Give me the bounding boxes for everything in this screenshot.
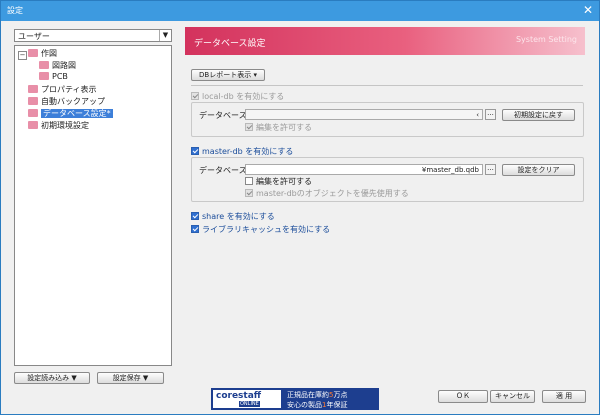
folder-icon <box>28 85 38 93</box>
divider <box>191 85 583 86</box>
local-db-enable-checkbox[interactable] <box>191 92 199 100</box>
cancel-button[interactable]: キャンセル <box>490 390 535 403</box>
scope-dropdown-value: ユーザー <box>18 32 50 41</box>
local-db-path-value: ‹ <box>476 111 479 119</box>
share-enable-checkbox[interactable] <box>191 212 199 220</box>
logo-sub: ONLINE <box>239 401 260 407</box>
clear-settings-button[interactable]: 設定をクリア <box>502 164 575 176</box>
tree-item-label: PCB <box>52 72 68 81</box>
chevron-down-icon: ▼ <box>159 30 171 41</box>
master-db-path-value: ¥master_db.qdb <box>421 166 479 174</box>
tree-item-label: 図路図 <box>52 61 76 70</box>
reset-defaults-button[interactable]: 初期設定に戻す <box>502 109 575 121</box>
master-db-priority-checkbox[interactable] <box>245 189 253 197</box>
apply-button[interactable]: 適 用 <box>542 390 586 403</box>
tree-item-label: 作図 <box>41 49 57 58</box>
collapse-icon[interactable]: − <box>18 51 27 60</box>
master-db-enable-label: master-db を有効にする <box>202 147 294 156</box>
master-db-database-label: データベース <box>199 166 247 175</box>
folder-icon <box>39 72 49 80</box>
corestaff-banner[interactable]: corestaff ONLINE 正規品在庫約5万点 安心の製品1年保証 <box>211 388 379 410</box>
tree-item-label: 初期環境設定 <box>41 121 89 130</box>
tree-item-pcb[interactable]: PCB <box>39 72 68 84</box>
local-db-allow-edit-label: 編集を許可する <box>256 123 312 132</box>
master-db-enable-checkbox[interactable] <box>191 147 199 155</box>
tree-item-auto-backup[interactable]: 自動バックアップ <box>28 96 105 108</box>
folder-icon <box>28 49 38 57</box>
logo-text: corestaff <box>216 391 262 401</box>
master-db-allow-edit-checkbox[interactable] <box>245 177 253 185</box>
folder-icon <box>28 97 38 105</box>
tree-item-drawing[interactable]: 作図 <box>28 48 57 60</box>
library-cache-checkbox[interactable] <box>191 225 199 233</box>
master-db-path-field[interactable]: ¥master_db.qdb <box>245 164 483 175</box>
save-settings-button[interactable]: 設定保存 ▼ <box>97 372 164 384</box>
tree-item-label: データベース設定* <box>41 109 113 118</box>
local-db-enable-label: local-db を有効にする <box>202 92 285 101</box>
master-db-browse-button[interactable]: ... <box>485 164 496 175</box>
master-db-allow-edit-label: 編集を許可する <box>256 177 312 186</box>
window-title: 設定 <box>7 6 23 15</box>
folder-icon <box>28 109 38 117</box>
tree-item-database-settings[interactable]: データベース設定* <box>28 108 113 120</box>
tree-item-property-display[interactable]: プロパティ表示 <box>28 84 97 96</box>
folder-icon <box>39 61 49 69</box>
local-db-path-field[interactable]: ‹ <box>245 109 483 120</box>
settings-tree: − 作図 図路図 PCB プロパティ表示 自動バックアップ データベース設定* … <box>14 45 172 366</box>
page-subtitle: System Setting <box>515 35 577 44</box>
settings-window: 設定 ✕ ユーザー ▼ − 作図 図路図 PCB プロパティ表示 自動バックアッ… <box>0 0 600 415</box>
local-db-allow-edit-checkbox[interactable] <box>245 123 253 131</box>
page-title: データベース設定 <box>194 39 266 49</box>
local-db-database-label: データベース <box>199 111 247 120</box>
load-settings-button[interactable]: 設定読み込み ▼ <box>14 372 90 384</box>
library-cache-label: ライブラリキャッシュを有効にする <box>202 225 331 234</box>
title-bar: 設定 ✕ <box>1 1 599 21</box>
scope-dropdown[interactable]: ユーザー ▼ <box>14 29 172 42</box>
ok-button[interactable]: ＯＫ <box>438 390 488 403</box>
banner-line-1: 正規品在庫約5万点 <box>287 391 348 399</box>
db-report-button[interactable]: DBレポート表示 ▾ <box>191 69 265 81</box>
folder-icon <box>28 121 38 129</box>
tree-item-label: プロパティ表示 <box>41 85 97 94</box>
banner-line-2: 安心の製品1年保証 <box>287 401 348 409</box>
page-header: データベース設定 System Setting <box>185 27 585 55</box>
master-db-priority-label: master-dbのオブジェクトを優先使用する <box>256 189 409 198</box>
tree-item-schematic[interactable]: 図路図 <box>39 60 76 72</box>
tree-item-initial-environment[interactable]: 初期環境設定 <box>28 120 89 132</box>
tree-item-label: 自動バックアップ <box>41 97 105 106</box>
close-icon[interactable]: ✕ <box>583 3 593 17</box>
local-db-browse-button[interactable]: ... <box>485 109 496 120</box>
corestaff-logo: corestaff ONLINE <box>213 390 281 408</box>
share-enable-label: share を有効にする <box>202 212 275 221</box>
